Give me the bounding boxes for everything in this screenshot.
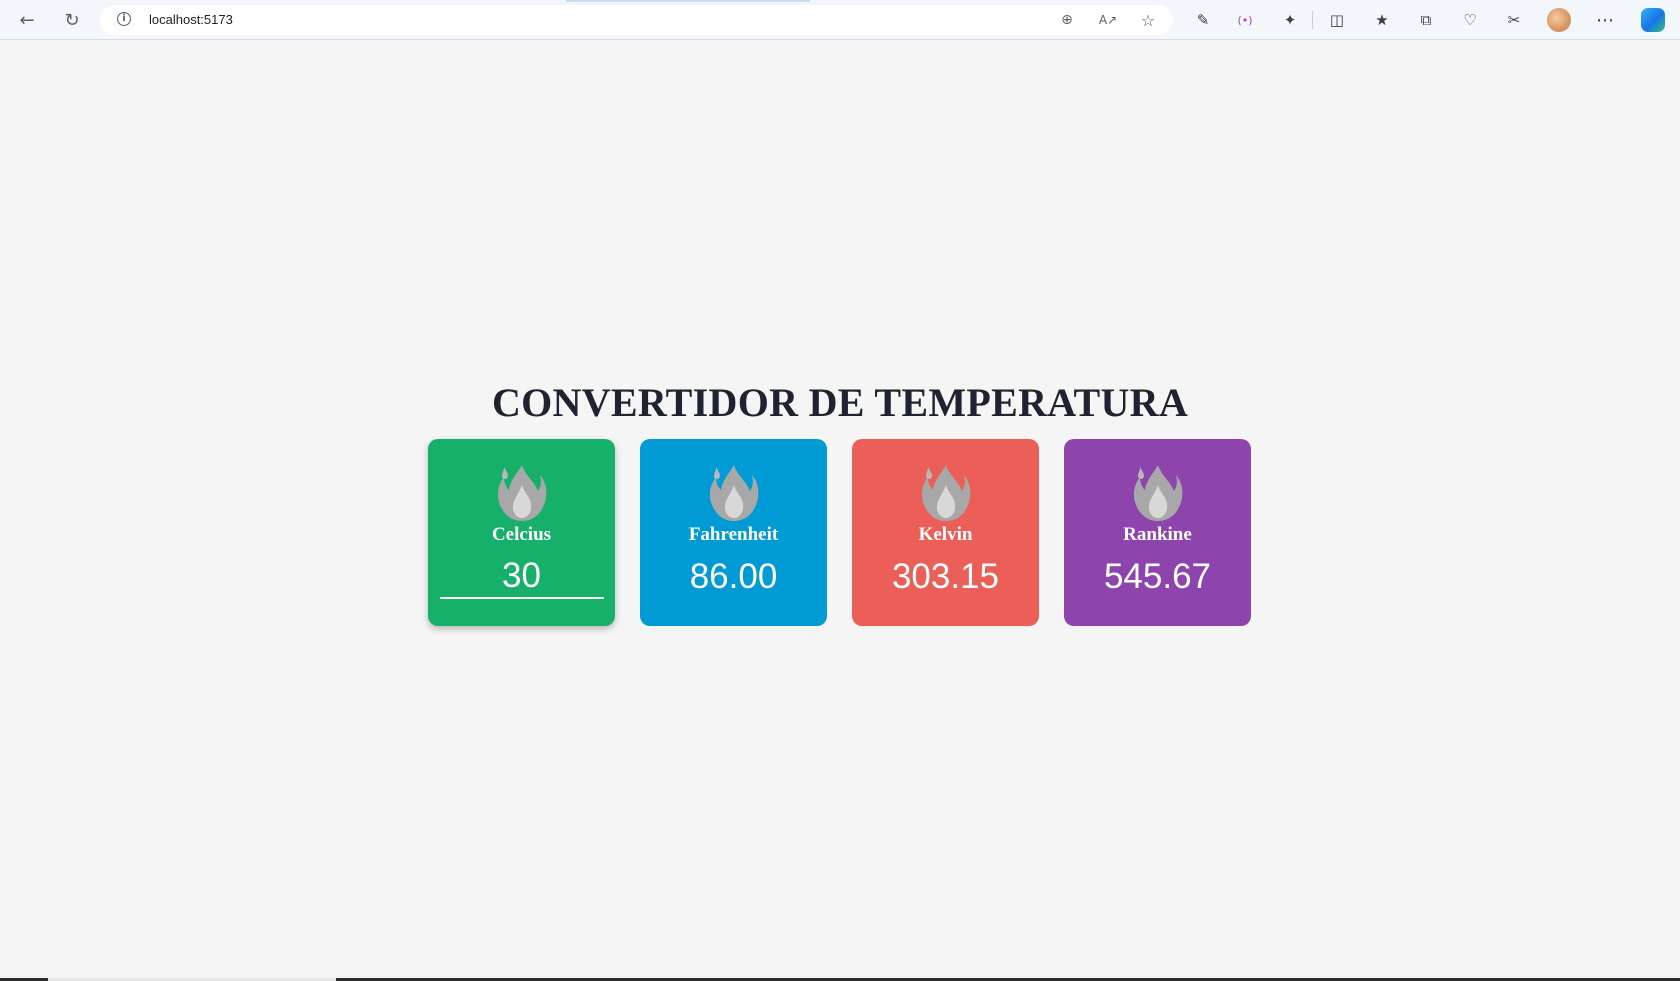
tab-indicator xyxy=(566,0,810,2)
url-text[interactable]: localhost:5173 xyxy=(149,12,233,27)
page-title: CONVERTIDOR DE TEMPERATURA xyxy=(491,380,1189,425)
favorites-icon[interactable]: ★ xyxy=(1371,9,1393,31)
flame-icon xyxy=(709,465,758,521)
address-bar[interactable]: i localhost:5173 ⊕ A↗ ☆ xyxy=(100,5,1173,35)
celsius-label: Celcius xyxy=(491,524,552,545)
collections-icon[interactable]: ⧉ xyxy=(1415,9,1437,31)
fahrenheit-value: 86.00 xyxy=(689,557,778,596)
flame-icon xyxy=(921,465,970,521)
browser-toolbar: ← ↻ i localhost:5173 ⊕ A↗ ☆ ✎ (•) ✦ ◫ ★ … xyxy=(0,0,1680,40)
copilot-icon[interactable] xyxy=(1641,8,1665,32)
flame-icon xyxy=(1133,465,1182,521)
toolbar-divider xyxy=(1312,11,1313,29)
page-content: CONVERTIDOR DE TEMPERATURA Celcius Fahre… xyxy=(0,40,1680,981)
converter-cards: Celcius Fahrenheit 86.00 Kelvin 303.15 xyxy=(428,439,1251,626)
puzzle-icon[interactable]: ✦ xyxy=(1279,9,1301,31)
kelvin-value: 303.15 xyxy=(891,557,1000,596)
rankine-card: Rankine 545.67 xyxy=(1064,439,1251,626)
health-icon[interactable]: ♡ xyxy=(1459,9,1481,31)
kelvin-label: Kelvin xyxy=(918,524,973,545)
info-icon[interactable]: i xyxy=(117,12,131,26)
rankine-label: Rankine xyxy=(1123,524,1192,545)
refresh-icon[interactable]: ↻ xyxy=(59,7,85,33)
fahrenheit-card: Fahrenheit 86.00 xyxy=(640,439,827,626)
broadcast-icon[interactable]: (•) xyxy=(1234,9,1256,31)
profile-avatar[interactable] xyxy=(1547,8,1571,32)
back-arrow-icon[interactable]: ← xyxy=(14,7,40,33)
celsius-input[interactable] xyxy=(439,555,604,599)
fahrenheit-label: Fahrenheit xyxy=(688,524,779,545)
more-dots-icon[interactable]: ⋯ xyxy=(1594,9,1616,31)
read-aloud-icon[interactable]: A↗ xyxy=(1098,10,1118,30)
celsius-card: Celcius xyxy=(428,439,615,626)
zoom-in-icon[interactable]: ⊕ xyxy=(1057,10,1077,30)
kelvin-card: Kelvin 303.15 xyxy=(852,439,1039,626)
split-screen-icon[interactable]: ◫ xyxy=(1326,9,1348,31)
rankine-value: 545.67 xyxy=(1103,557,1212,596)
pen-extension-icon[interactable]: ✎ xyxy=(1192,9,1214,31)
flame-icon xyxy=(497,465,546,521)
star-icon[interactable]: ☆ xyxy=(1138,10,1158,30)
screenshot-icon[interactable]: ✂ xyxy=(1503,9,1525,31)
